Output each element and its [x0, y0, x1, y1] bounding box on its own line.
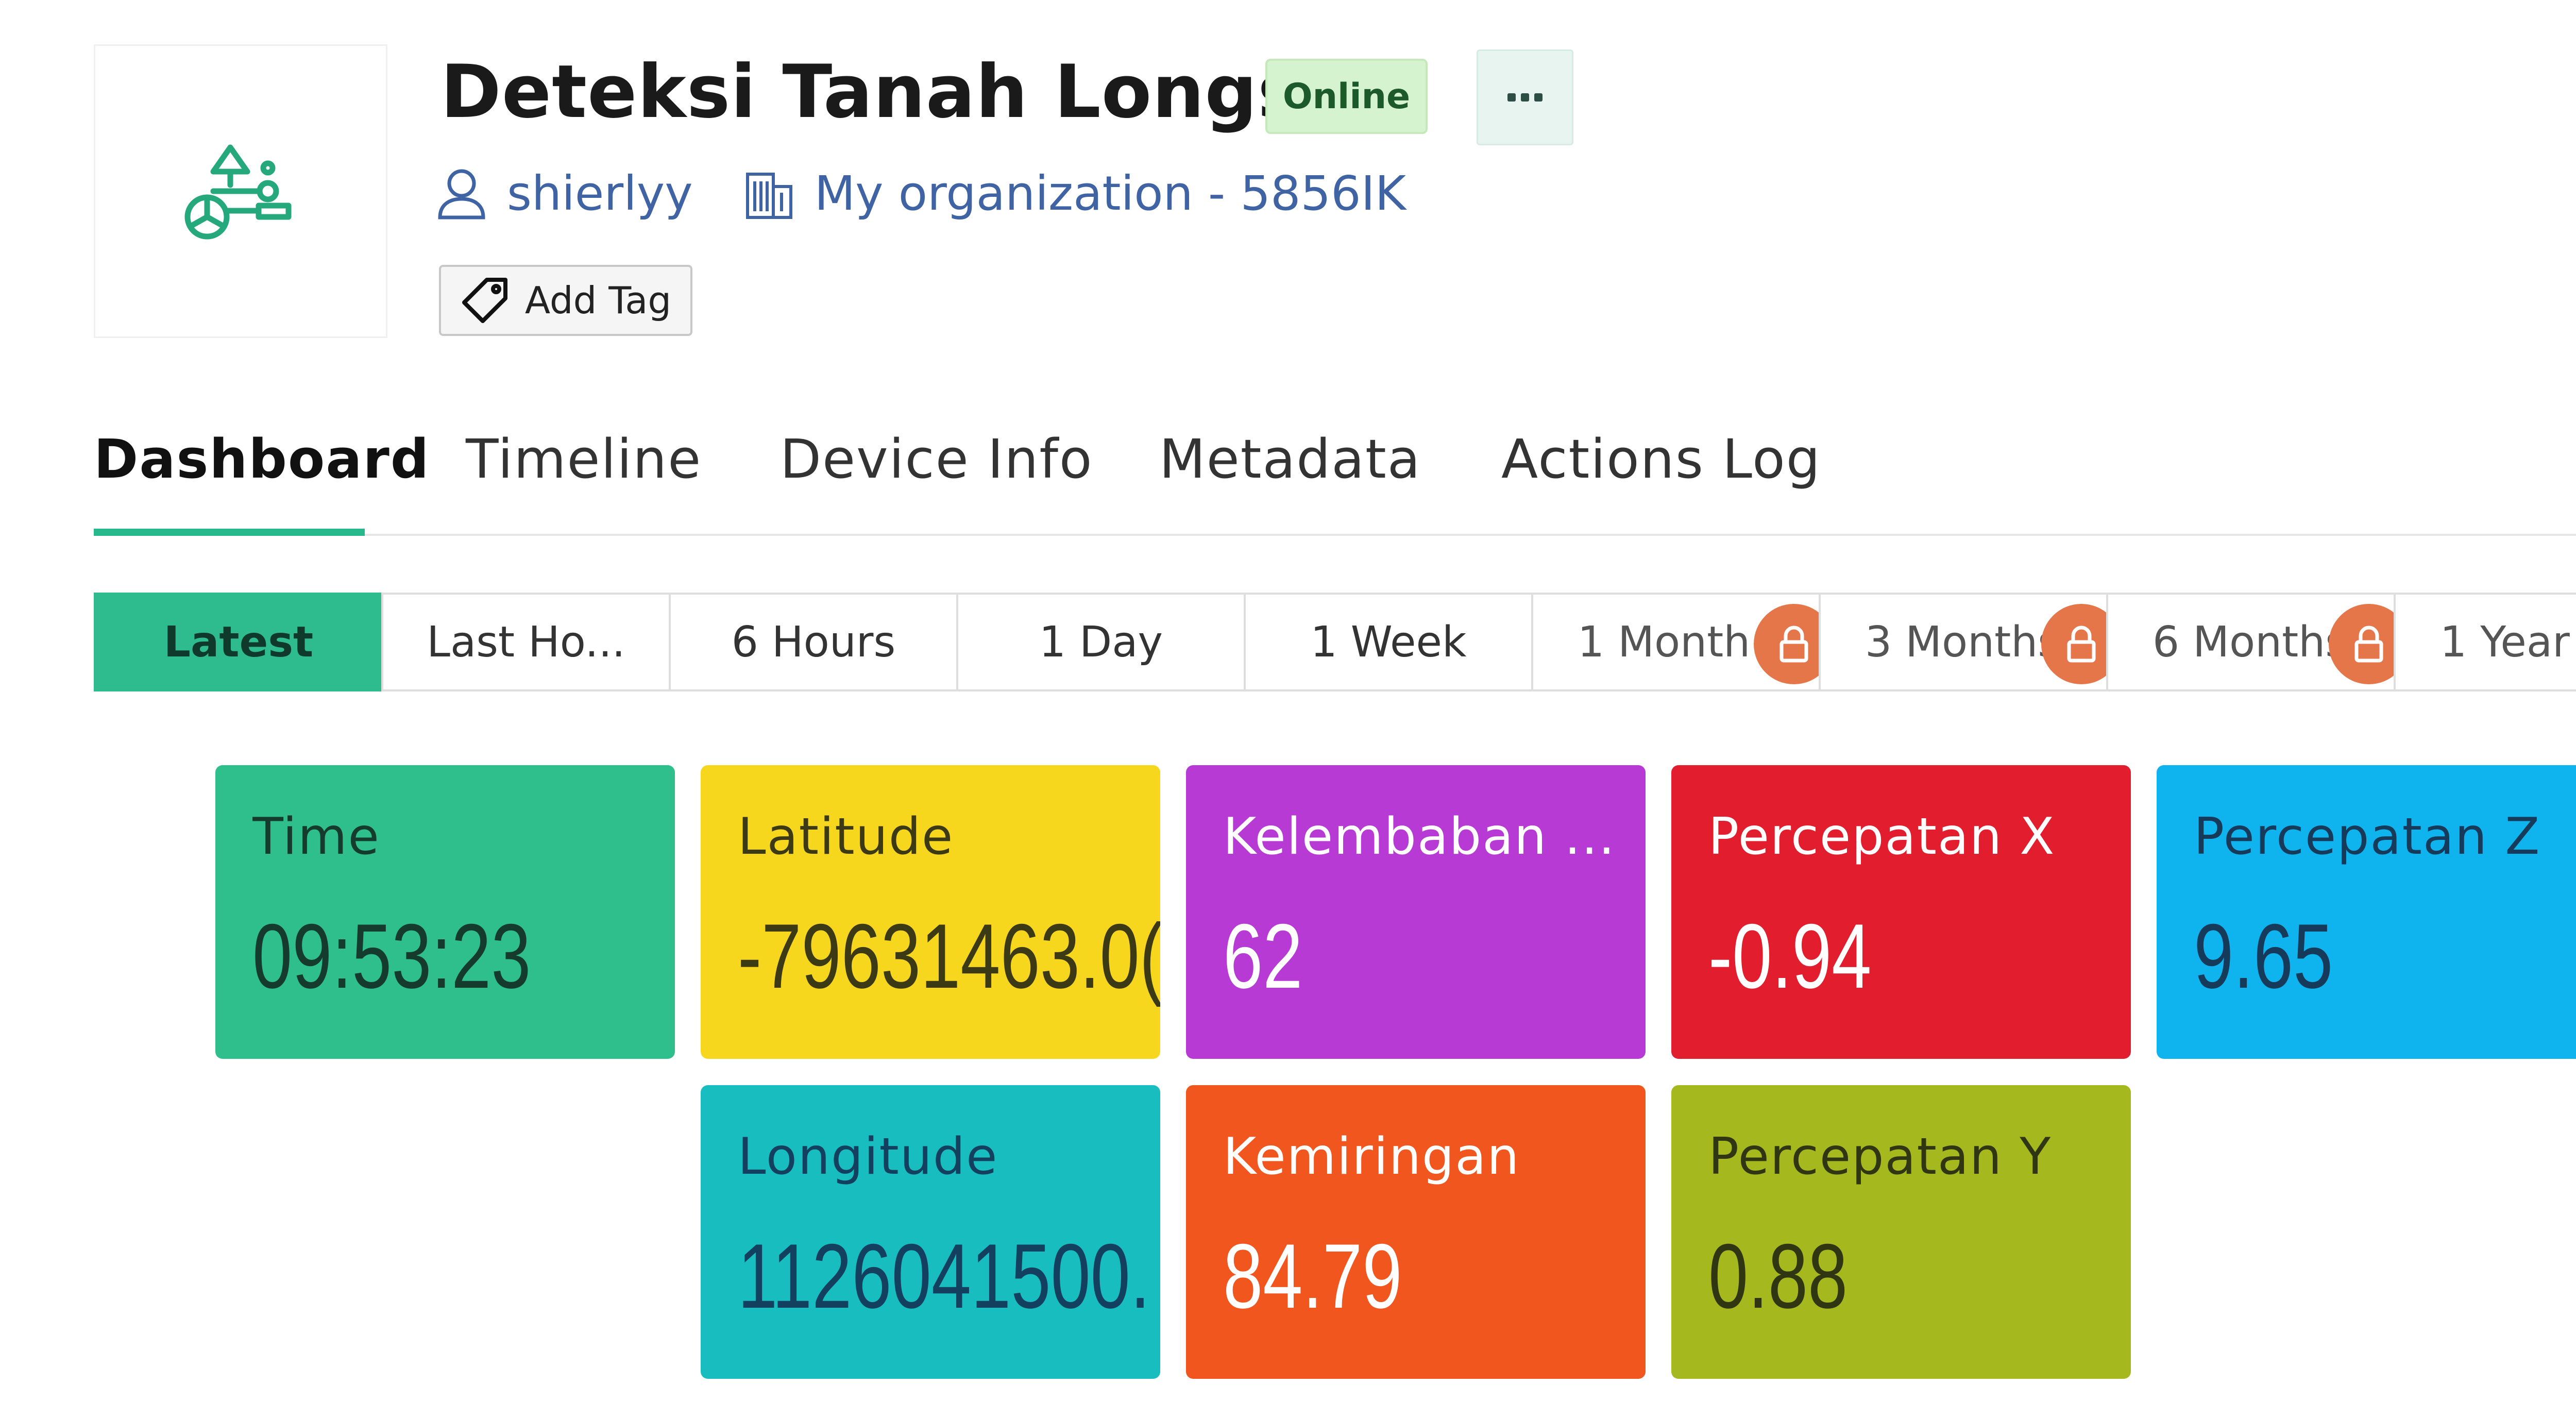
widget-label: Time [252, 807, 380, 866]
tag-icon [462, 278, 507, 323]
tab-dashboard[interactable]: Dashboard [94, 428, 430, 491]
range-3-months[interactable]: 3 Months [1819, 593, 2122, 691]
organization-link[interactable]: My organization - 5856IK [744, 166, 1406, 221]
add-tag-button[interactable]: Add Tag [439, 265, 692, 336]
active-tab-indicator [94, 529, 365, 536]
device-meta: shierlyy My organization - 5856IK [437, 166, 1406, 221]
widget-tilt[interactable]: Kemiringan 84.79 [1186, 1085, 1646, 1379]
device-logo [94, 44, 387, 338]
range-1-day[interactable]: 1 Day [956, 593, 1246, 691]
range-1-week[interactable]: 1 Week [1244, 593, 1533, 691]
user-icon [438, 169, 485, 219]
widget-acceleration-x[interactable]: Percepatan X -0.94 [1671, 765, 2131, 1059]
widget-value: 9.65 [2194, 905, 2333, 1007]
more-dot-icon [1521, 93, 1529, 102]
tab-timeline[interactable]: Timeline [466, 428, 702, 491]
widget-time[interactable]: Time 09:53:23 [215, 765, 675, 1059]
more-dot-icon [1534, 93, 1543, 102]
range-6-hours[interactable]: 6 Hours [669, 593, 958, 691]
range-latest[interactable]: Latest [94, 593, 383, 691]
range-1-month[interactable]: 1 Month [1531, 593, 1834, 691]
range-1-month-label: 1 Month [1578, 617, 1751, 667]
widget-latitude[interactable]: Latitude -79631463.0( [701, 765, 1160, 1059]
range-1-year[interactable]: 1 Year [2394, 593, 2576, 691]
widget-longitude[interactable]: Longitude 1126041500. [701, 1085, 1160, 1379]
add-tag-label: Add Tag [524, 279, 672, 322]
widget-acceleration-z[interactable]: Percepatan Z 9.65 [2157, 765, 2576, 1059]
tab-actions-log[interactable]: Actions Log [1501, 428, 1821, 491]
widget-value: 62 [1223, 905, 1303, 1007]
widget-acceleration-y[interactable]: Percepatan Y 0.88 [1671, 1085, 2131, 1379]
organization-name: My organization - 5856IK [814, 166, 1406, 221]
widget-label: Latitude [738, 807, 954, 866]
range-last-hour[interactable]: Last Ho... [381, 593, 671, 691]
range-3-months-label: 3 Months [1865, 617, 2060, 667]
range-6-months[interactable]: 6 Months [2106, 593, 2409, 691]
widget-label: Percepatan Y [1708, 1127, 2052, 1186]
owner-link[interactable]: shierlyy [437, 166, 693, 221]
time-range-selector: Latest Last Ho... 6 Hours 1 Day 1 Week 1… [94, 593, 2576, 691]
owner-name: shierlyy [507, 166, 693, 221]
widget-value: -0.94 [1708, 905, 1872, 1007]
building-icon [745, 172, 792, 219]
widget-label: Kemiringan [1223, 1127, 1520, 1186]
widget-label: Kelembaban ... [1223, 807, 1616, 866]
status-badge: Online [1265, 59, 1428, 134]
range-1-year-label: 1 Year [2440, 617, 2570, 667]
tab-device-info[interactable]: Device Info [780, 428, 1093, 491]
tab-metadata[interactable]: Metadata [1159, 428, 1421, 491]
widget-value: 1126041500. [738, 1225, 1150, 1327]
widget-value: 0.88 [1708, 1225, 1848, 1327]
tab-bar: Dashboard Timeline Device Info Metadata … [94, 428, 2576, 536]
widget-humidity[interactable]: Kelembaban ... 62 [1186, 765, 1646, 1059]
widget-value: 09:53:23 [252, 905, 531, 1007]
widget-value: -79631463.0( [738, 905, 1160, 1007]
range-6-months-label: 6 Months [2153, 617, 2347, 667]
widget-value: 84.79 [1223, 1225, 1402, 1327]
widget-label: Percepatan X [1708, 807, 2056, 866]
widget-label: Percepatan Z [2194, 807, 2541, 866]
more-options-button[interactable] [1477, 49, 1573, 145]
widget-label: Longitude [738, 1127, 998, 1186]
device-icon [184, 144, 292, 240]
device-title: Deteksi Tanah Longsor [440, 49, 1389, 134]
more-dot-icon [1507, 93, 1516, 102]
